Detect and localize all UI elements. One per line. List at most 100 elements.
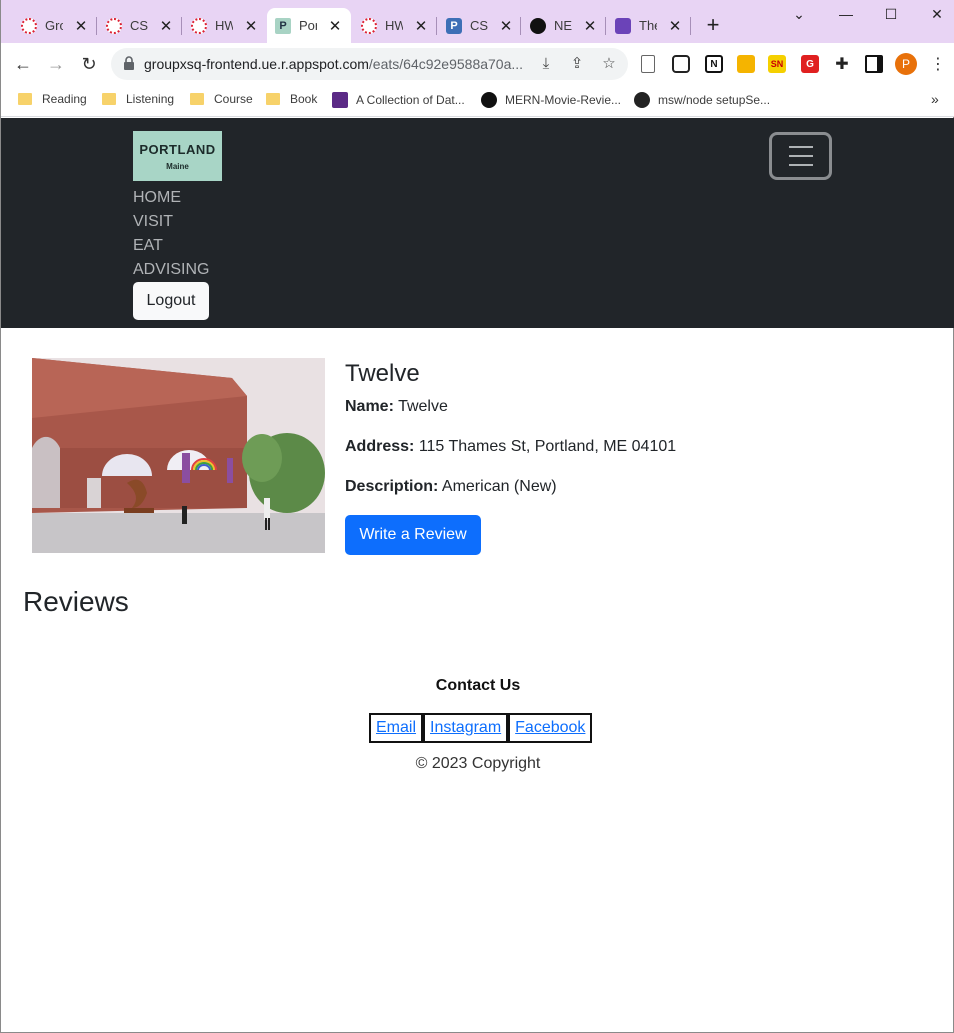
- g-icon[interactable]: G: [801, 55, 819, 73]
- logo-subtitle: Maine: [166, 162, 189, 171]
- close-icon[interactable]: ✕: [667, 17, 683, 35]
- bookmark-reading[interactable]: Reading: [18, 92, 87, 106]
- restaurant-photo: [32, 358, 325, 553]
- tab-separator: [181, 17, 182, 35]
- description-label: Description:: [345, 478, 439, 495]
- profile-avatar[interactable]: P: [895, 53, 917, 75]
- bookmark-msw[interactable]: msw/node setupSe...: [634, 92, 770, 108]
- close-icon[interactable]: ✕: [73, 17, 89, 35]
- portland-logo[interactable]: PORTLAND Maine: [133, 131, 222, 181]
- bookmark-book[interactable]: Book: [266, 92, 317, 106]
- restaurant-name: Name: Twelve: [345, 398, 448, 416]
- bookmark-label: Reading: [42, 92, 87, 106]
- copyright-text: © 2023 Copyright: [415, 755, 541, 772]
- tab-title: CS5610: [130, 18, 148, 33]
- purple-tree-icon: [615, 17, 631, 34]
- blue-p-icon: P: [446, 17, 462, 34]
- nav-visit-link[interactable]: VISIT: [133, 213, 173, 231]
- keep-icon[interactable]: [737, 55, 755, 73]
- tab-hw[interactable]: HW ✕: [183, 8, 267, 43]
- reload-icon[interactable]: ↻: [77, 52, 101, 76]
- globe-icon: [634, 92, 650, 108]
- puzzle-icon[interactable]: ✚: [833, 55, 851, 73]
- logo-title: PORTLAND: [139, 142, 216, 157]
- tab-separator: [96, 17, 97, 35]
- url-host: groupxsq-frontend.ue.r.appspot.com: [144, 56, 369, 72]
- tab-title: Portland: [299, 18, 317, 33]
- close-icon[interactable]: ✕: [413, 17, 429, 35]
- url-text: groupxsq-frontend.ue.r.appspot.com/eats/…: [144, 56, 534, 72]
- red-circle-icon: [361, 17, 377, 34]
- tab-title: The: [639, 18, 657, 33]
- close-icon[interactable]: ✕: [158, 17, 174, 35]
- bookmark-label: A Collection of Dat...: [356, 93, 465, 107]
- email-link[interactable]: Email: [369, 713, 424, 743]
- bookmark-collection[interactable]: A Collection of Dat...: [332, 92, 465, 108]
- address-bar[interactable]: groupxsq-frontend.ue.r.appspot.com/eats/…: [111, 48, 628, 80]
- sidepanel-icon[interactable]: [865, 55, 883, 73]
- nav-eat-link[interactable]: EAT: [133, 237, 163, 255]
- tab-neu[interactable]: NEU ✕: [522, 8, 606, 43]
- bookmark-label: Course: [214, 92, 253, 106]
- nav-advising-link[interactable]: ADVISING: [133, 261, 209, 279]
- folder-icon: [266, 93, 280, 105]
- maximize-icon[interactable]: ☐: [881, 6, 901, 23]
- browser-toolbar: ← → ↻ groupxsq-frontend.ue.r.appspot.com…: [1, 43, 954, 86]
- restaurant-description: Description: American (New): [345, 478, 557, 496]
- hamburger-line: [789, 164, 813, 166]
- close-icon[interactable]: ✕: [582, 17, 598, 35]
- minimize-icon[interactable]: —: [836, 6, 856, 22]
- share-icon[interactable]: ⇪: [567, 54, 587, 74]
- more-bookmarks-icon[interactable]: »: [931, 91, 939, 107]
- folder-icon: [102, 93, 116, 105]
- doc-icon[interactable]: [641, 55, 655, 73]
- tab-portland[interactable]: P Portland ✕: [267, 8, 351, 43]
- red-circle-icon: [106, 17, 122, 34]
- close-icon[interactable]: ✕: [327, 17, 343, 35]
- back-arrow-icon[interactable]: ←: [11, 52, 35, 76]
- hamburger-line: [789, 146, 813, 148]
- close-icon[interactable]: ✕: [498, 17, 514, 35]
- instagram-link[interactable]: Instagram: [423, 713, 509, 743]
- restaurant-heading: Twelve: [345, 360, 420, 387]
- bookmark-mern[interactable]: MERN-Movie-Revie...: [481, 92, 621, 108]
- new-tab-button[interactable]: +: [703, 12, 723, 38]
- contact-heading: Contact Us: [435, 677, 521, 694]
- navbar-toggler-button[interactable]: [769, 132, 832, 180]
- send-icon[interactable]: [672, 55, 690, 73]
- site-navbar: PORTLAND Maine HOME VISIT EAT ADVISING L…: [1, 118, 954, 328]
- menu-kebab-icon[interactable]: ⋮: [930, 54, 946, 74]
- restaurant-address: Address: 115 Thames St, Portland, ME 041…: [345, 438, 676, 456]
- bookmark-label: MERN-Movie-Revie...: [505, 93, 622, 107]
- tab-cs5610[interactable]: CS5610 ✕: [98, 8, 182, 43]
- tab-search-chevron-icon[interactable]: ⌄: [789, 6, 809, 23]
- tab-separator: [690, 17, 691, 35]
- facebook-link[interactable]: Facebook: [508, 713, 593, 743]
- forward-arrow-icon[interactable]: →: [44, 52, 68, 76]
- tab-cs5[interactable]: P CS 5 ✕: [438, 8, 522, 43]
- tab-title: NEU: [554, 18, 572, 33]
- bookmark-listening[interactable]: Listening: [102, 92, 174, 106]
- url-path: /eats/64c92e9588a70a...: [368, 56, 524, 72]
- sn-icon[interactable]: SN: [768, 55, 786, 73]
- notion-icon[interactable]: N: [705, 55, 723, 73]
- bookmark-label: Book: [290, 92, 318, 106]
- portland-p-icon: P: [275, 17, 291, 34]
- bookmark-course[interactable]: Course: [190, 92, 253, 106]
- write-review-button[interactable]: Write a Review: [345, 515, 481, 555]
- name-value: Twelve: [398, 398, 448, 415]
- tab-title: CS 5: [470, 18, 488, 33]
- tab-separator: [520, 17, 521, 35]
- logout-button[interactable]: Logout: [133, 282, 209, 320]
- close-icon[interactable]: ✕: [243, 17, 259, 35]
- tab-group[interactable]: Group ✕: [13, 8, 97, 43]
- footer-links: Email Instagram Facebook: [369, 713, 593, 743]
- window-close-icon[interactable]: ✕: [927, 6, 947, 23]
- install-icon[interactable]: ⤓: [536, 54, 556, 74]
- purple-flag-icon: [332, 92, 348, 108]
- bookmark-star-icon[interactable]: ☆: [599, 54, 619, 74]
- tab-the[interactable]: The ✕: [607, 8, 691, 43]
- tab-title: Group: [45, 18, 63, 33]
- nav-home-link[interactable]: HOME: [133, 189, 181, 207]
- tab-hw-2[interactable]: HW ✕: [353, 8, 437, 43]
